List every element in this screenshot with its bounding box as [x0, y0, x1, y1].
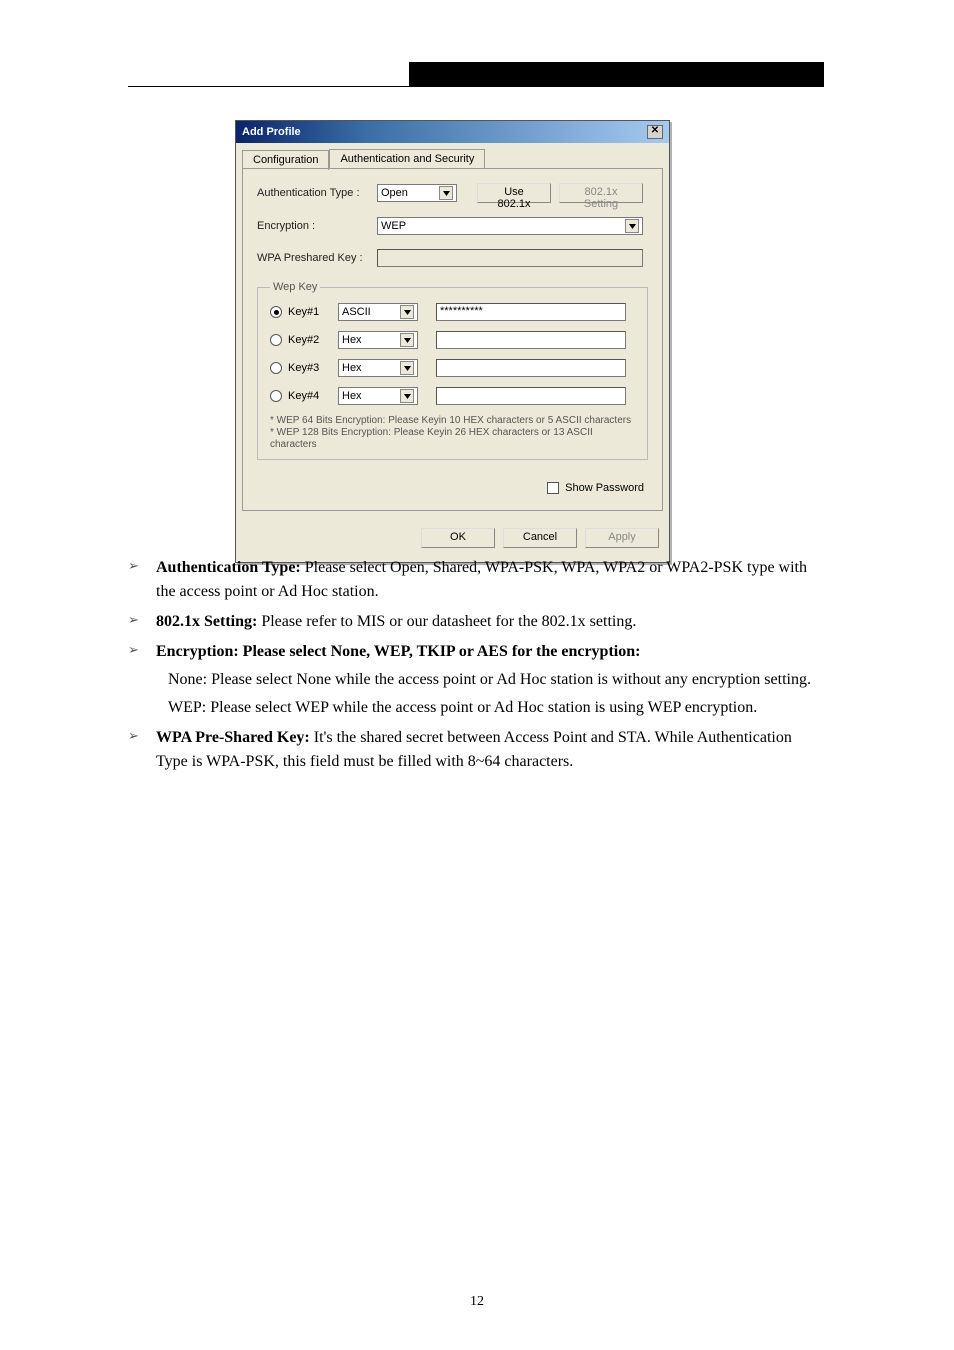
titlebar: Add Profile ✕ [236, 121, 669, 143]
chevron-down-icon [439, 186, 453, 200]
key4-type-dropdown[interactable]: Hex [338, 387, 418, 405]
show-password-checkbox[interactable] [547, 482, 559, 494]
chevron-down-icon [400, 389, 414, 403]
key4-radio[interactable] [270, 390, 282, 402]
key3-row: Key#3 Hex [270, 359, 635, 377]
tab-configuration[interactable]: Configuration [242, 150, 329, 170]
bullet-encryption-none: None: Please select None while the acces… [168, 668, 824, 692]
wep-note-1: * WEP 64 Bits Encryption: Please Keyin 1… [270, 415, 635, 427]
key4-label: Key#4 [288, 390, 338, 402]
wep-note-2: * WEP 128 Bits Encryption: Please Keyin … [270, 427, 635, 451]
key2-type-value: Hex [342, 334, 362, 346]
key1-type-dropdown[interactable]: ASCII [338, 303, 418, 321]
show-password-row: Show Password [257, 468, 648, 500]
wpa-psk-input[interactable] [377, 249, 643, 267]
key3-input[interactable] [436, 359, 626, 377]
key1-label: Key#1 [288, 306, 338, 318]
show-password-label: Show Password [565, 482, 644, 494]
bullet-8021x-label: 802.1x Setting: [156, 613, 257, 630]
bullet-encryption-label: Encryption: Please select None, WEP, TKI… [156, 643, 640, 660]
chevron-down-icon [625, 219, 639, 233]
close-icon: ✕ [651, 125, 659, 136]
ok-button[interactable]: OK [421, 528, 495, 548]
bullet-wpa-psk-label: WPA Pre-Shared Key: [156, 729, 310, 746]
encryption-row: Encryption : WEP [257, 217, 648, 235]
encryption-value: WEP [381, 220, 406, 232]
document-content: Authentication Type: Please select Open,… [128, 556, 824, 780]
bullet-encryption: Encryption: Please select None, WEP, TKI… [128, 640, 824, 720]
wpa-psk-row: WPA Preshared Key : [257, 249, 648, 267]
wpa-psk-label: WPA Preshared Key : [257, 252, 377, 264]
cancel-button[interactable]: Cancel [503, 528, 577, 548]
bullet-auth-type-label: Authentication Type: [156, 559, 301, 576]
key1-input[interactable]: ********** [436, 303, 626, 321]
bullet-8021x: 802.1x Setting: Please refer to MIS or o… [128, 610, 824, 634]
key3-radio[interactable] [270, 362, 282, 374]
key3-type-value: Hex [342, 362, 362, 374]
key3-type-dropdown[interactable]: Hex [338, 359, 418, 377]
key1-row: Key#1 ASCII ********** [270, 303, 635, 321]
page-header-bar [409, 62, 824, 86]
bullet-wpa-psk: WPA Pre-Shared Key: It's the shared secr… [128, 726, 824, 774]
tabs-row: Configuration Authentication and Securit… [236, 143, 669, 169]
key1-radio[interactable] [270, 306, 282, 318]
key2-row: Key#2 Hex [270, 331, 635, 349]
wep-key-fieldset: Wep Key Key#1 ASCII ********** Key#2 Hex [257, 281, 648, 460]
apply-button[interactable]: Apply [585, 528, 659, 548]
encryption-label: Encryption : [257, 220, 377, 232]
use-8021x-button[interactable]: Use 802.1x [477, 183, 551, 203]
key2-label: Key#2 [288, 334, 338, 346]
chevron-down-icon [400, 361, 414, 375]
page-number: 12 [0, 1294, 954, 1310]
auth-type-dropdown[interactable]: Open [377, 184, 457, 202]
dialog-title: Add Profile [242, 126, 301, 138]
add-profile-dialog: Add Profile ✕ Configuration Authenticati… [235, 120, 670, 563]
bullet-encryption-wep: WEP: Please select WEP while the access … [168, 696, 824, 720]
key2-input[interactable] [436, 331, 626, 349]
auth-type-row: Authentication Type : Open Use 802.1x 80… [257, 183, 648, 203]
bullet-8021x-text: Please refer to MIS or our datasheet for… [257, 613, 636, 630]
tab-content: Authentication Type : Open Use 802.1x 80… [242, 168, 663, 511]
key2-type-dropdown[interactable]: Hex [338, 331, 418, 349]
key4-type-value: Hex [342, 390, 362, 402]
chevron-down-icon [400, 305, 414, 319]
wep-key-legend: Wep Key [270, 281, 320, 293]
auth-type-value: Open [381, 187, 408, 199]
page-header-rule [128, 86, 824, 87]
key3-label: Key#3 [288, 362, 338, 374]
key1-type-value: ASCII [342, 306, 371, 318]
key2-radio[interactable] [270, 334, 282, 346]
8021x-setting-button[interactable]: 802.1x Setting [559, 183, 643, 203]
tab-auth-security[interactable]: Authentication and Security [329, 149, 485, 169]
close-button[interactable]: ✕ [647, 125, 663, 139]
auth-type-label: Authentication Type : [257, 187, 377, 199]
encryption-dropdown[interactable]: WEP [377, 217, 643, 235]
bullet-auth-type: Authentication Type: Please select Open,… [128, 556, 824, 604]
key4-input[interactable] [436, 387, 626, 405]
key4-row: Key#4 Hex [270, 387, 635, 405]
chevron-down-icon [400, 333, 414, 347]
